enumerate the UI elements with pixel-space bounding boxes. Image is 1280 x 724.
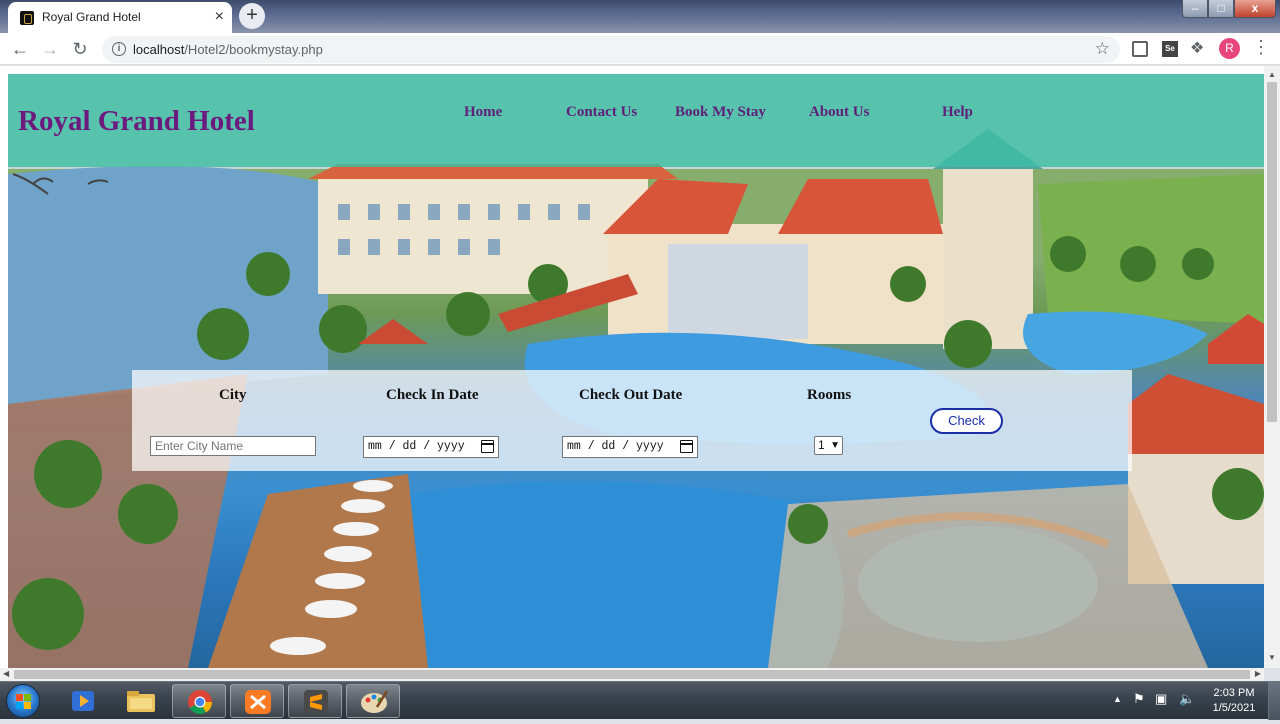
- rooms-label: Rooms: [807, 387, 852, 403]
- page-viewport: Royal Grand Hotel Home Contact Us Book M…: [0, 66, 1280, 668]
- site-brand-title[interactable]: Royal Grand Hotel: [18, 105, 255, 138]
- booking-form-panel: City Check In Date Check Out Date Rooms …: [132, 370, 1132, 471]
- site-info-icon[interactable]: i: [112, 42, 126, 56]
- browser-menu-icon[interactable]: ⋮: [1252, 38, 1270, 56]
- nav-link-book-my-stay[interactable]: Book My Stay: [675, 104, 766, 121]
- scroll-up-arrow-icon[interactable]: ▲: [1268, 70, 1276, 79]
- address-bar[interactable]: i localhost/Hotel2/bookmystay.php ☆: [102, 36, 1120, 63]
- xampp-icon: [245, 690, 271, 714]
- clock-date: 1/5/2021: [1212, 702, 1256, 714]
- url-text: localhost/Hotel2/bookmystay.php: [133, 42, 323, 57]
- rooms-select[interactable]: 1 ▼: [814, 436, 843, 455]
- vertical-scrollbar[interactable]: ▲ ▼: [1264, 66, 1280, 668]
- nav-link-about-us[interactable]: About Us: [809, 104, 869, 121]
- check-out-date-placeholder: mm / dd / yyyy: [567, 440, 664, 453]
- clock-time: 2:03 PM: [1213, 687, 1255, 699]
- show-desktop-button[interactable]: [1268, 682, 1280, 720]
- check-availability-button[interactable]: Check: [930, 408, 1003, 434]
- check-in-date-placeholder: mm / dd / yyyy: [368, 440, 465, 453]
- browser-toolbar: ← → ↻ i localhost/Hotel2/bookmystay.php …: [0, 33, 1280, 65]
- extension-bag-icon[interactable]: [1132, 41, 1148, 57]
- tray-expand-icon[interactable]: ▲: [1113, 694, 1122, 704]
- browser-tab[interactable]: Royal Grand Hotel ×: [8, 2, 232, 33]
- browser-titlebar: Royal Grand Hotel × + – □ x: [0, 0, 1280, 33]
- nav-link-home[interactable]: Home: [464, 104, 502, 121]
- hotel-favicon-icon: [20, 11, 34, 25]
- window-close-button[interactable]: x: [1234, 0, 1276, 18]
- action-center-flag-icon[interactable]: ⚑: [1133, 691, 1145, 707]
- extensions-puzzle-icon[interactable]: ❖: [1190, 38, 1206, 57]
- paint-palette-icon: [361, 690, 389, 713]
- windows-taskbar: ▲ ⚑ ▣ 🔈 2:03 PM 1/5/2021: [0, 681, 1280, 720]
- check-in-calendar-icon[interactable]: [481, 440, 494, 453]
- windows-logo-icon: [16, 694, 32, 710]
- tab-title: Royal Grand Hotel: [42, 10, 141, 24]
- back-arrow-icon[interactable]: ←: [8, 37, 32, 61]
- sublime-text-taskbar-icon[interactable]: [288, 684, 342, 718]
- profile-avatar[interactable]: R: [1219, 38, 1240, 59]
- start-button[interactable]: [6, 684, 40, 718]
- taskbar-clock[interactable]: 2:03 PM 1/5/2021: [1206, 686, 1262, 716]
- new-tab-button[interactable]: +: [239, 3, 265, 29]
- check-in-date-input[interactable]: mm / dd / yyyy: [363, 436, 499, 458]
- window-minimize-button[interactable]: –: [1182, 0, 1208, 18]
- nav-link-help[interactable]: Help: [942, 104, 973, 121]
- scroll-right-arrow-icon[interactable]: ▶: [1255, 669, 1261, 678]
- url-host: localhost: [133, 42, 185, 57]
- media-player-taskbar-icon[interactable]: [56, 684, 110, 718]
- network-icon[interactable]: ▣: [1155, 691, 1167, 707]
- chevron-down-icon: ▼: [830, 440, 840, 451]
- chrome-icon: [188, 690, 212, 715]
- chrome-taskbar-icon[interactable]: [172, 684, 226, 718]
- site-header: Royal Grand Hotel Home Contact Us Book M…: [8, 74, 1264, 167]
- forward-arrow-icon[interactable]: →: [38, 37, 62, 61]
- scroll-left-arrow-icon[interactable]: ◀: [3, 669, 9, 678]
- media-player-icon: [72, 691, 94, 711]
- extension-selenium-icon[interactable]: Se: [1162, 41, 1178, 57]
- url-path: /Hotel2/bookmystay.php: [184, 42, 323, 57]
- check-out-date-input[interactable]: mm / dd / yyyy: [562, 436, 698, 458]
- window-maximize-button[interactable]: □: [1208, 0, 1234, 18]
- paint-taskbar-icon[interactable]: [346, 684, 400, 718]
- bookmark-star-icon[interactable]: ☆: [1095, 39, 1110, 59]
- check-out-calendar-icon[interactable]: [680, 440, 693, 453]
- horizontal-scroll-thumb[interactable]: [14, 670, 1250, 679]
- nav-link-contact-us[interactable]: Contact Us: [566, 104, 637, 121]
- rooms-selected-value: 1: [818, 438, 825, 452]
- check-in-date-label: Check In Date: [386, 387, 479, 403]
- reload-icon[interactable]: ↻: [68, 37, 92, 61]
- check-out-date-label: Check Out Date: [579, 387, 683, 403]
- xampp-taskbar-icon[interactable]: [230, 684, 284, 718]
- city-label: City: [219, 387, 247, 403]
- city-name-input[interactable]: [150, 436, 316, 456]
- sublime-text-icon: [304, 690, 328, 714]
- scroll-down-arrow-icon[interactable]: ▼: [1268, 653, 1276, 662]
- tab-close-button[interactable]: ×: [215, 8, 224, 26]
- folder-icon: [127, 691, 155, 712]
- file-explorer-taskbar-icon[interactable]: [114, 684, 168, 718]
- volume-icon[interactable]: 🔈: [1179, 691, 1195, 707]
- vertical-scroll-thumb[interactable]: [1267, 82, 1277, 422]
- horizontal-scrollbar[interactable]: ◀ ▶: [0, 668, 1264, 681]
